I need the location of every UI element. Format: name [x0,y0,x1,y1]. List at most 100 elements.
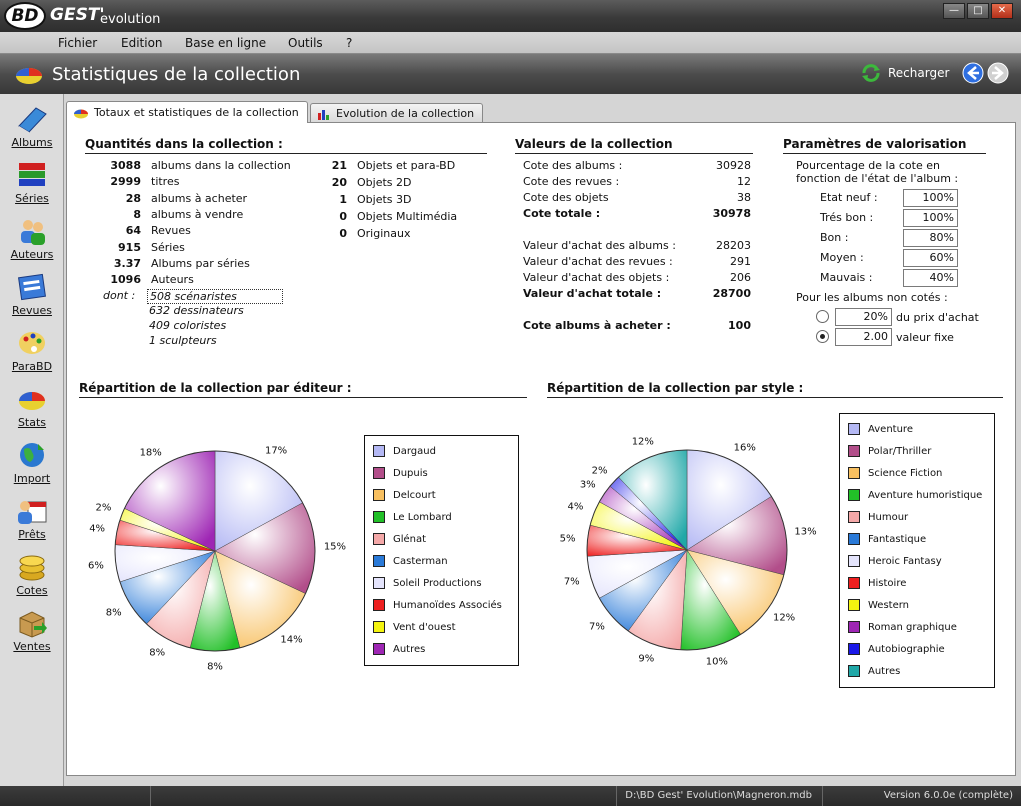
menu-fichier[interactable]: Fichier [58,36,97,50]
legend-swatch [373,621,385,633]
legend-label: Delcourt [393,489,436,501]
menu-bar: Fichier Edition Base en ligne Outils ? [0,32,1021,54]
sidebar-item-prets[interactable]: Prêts [0,496,64,552]
pie-label-1-4: 9% [638,653,655,665]
legend-label: Humanoïdes Associés [393,599,502,611]
pie-label-1-0: 16% [733,442,756,454]
legend-label: Fantastique [868,533,927,545]
legend-label: Roman graphique [868,621,957,633]
menu-edition[interactable]: Edition [121,36,163,50]
legend-label: Science Fiction [868,467,943,479]
globe-import-icon [20,443,44,467]
back-arrow-icon[interactable] [962,62,984,84]
sidebar-item-label: Séries [15,192,49,205]
legend-item: Autobiographie [848,642,945,656]
sidebar-item-series[interactable]: Séries [0,160,64,216]
tab-totaux[interactable]: Totaux et statistiques de la collection [66,101,308,123]
legend-item: Dargaud [373,444,436,458]
pie-chart-icon [74,109,88,118]
maximize-button[interactable]: □ [967,3,989,19]
legend-swatch [848,665,860,677]
legend-item: Autres [373,642,425,656]
legend-swatch [373,445,385,457]
forward-arrow-icon[interactable] [987,62,1009,84]
book-icon [18,107,47,134]
bar-chart-icon [318,109,329,120]
minimize-button[interactable]: — [943,3,965,19]
legend-editeur: Dargaud Dupuis Delcourt Le Lombard Glénat Cas… [364,435,519,666]
calendar-user-icon [18,501,47,524]
legend-swatch [848,533,860,545]
pie-chart-icon [19,392,45,410]
legend-item: Glénat [373,532,426,546]
title-bar: BD GEST' evolution — □ ✕ [0,0,1021,32]
legend-swatch [848,467,860,479]
pie-label-0-6: 6% [88,560,104,572]
legend-swatch [848,423,860,435]
menu-help[interactable]: ? [346,36,352,50]
legend-label: Aventure [868,423,913,435]
legend-label: Le Lombard [393,511,452,523]
legend-label: Heroic Fantasy [868,555,942,567]
legend-item: Aventure humoristique [848,488,982,502]
legend-item: Histoire [848,576,906,590]
pie-label-1-7: 5% [559,533,576,545]
menu-outils[interactable]: Outils [288,36,323,50]
legend-swatch [848,511,860,523]
legend-item: Delcourt [373,488,436,502]
legend-label: Dargaud [393,445,436,457]
sidebar-item-ventes[interactable]: Ventes [0,608,64,664]
db-path: D:\BD Gest' Evolution\Magneron.mdb [616,786,816,806]
legend-item: Autres [848,664,900,678]
reload-button[interactable]: Recharger [860,62,949,84]
pie-label-0-0: 17% [264,445,288,457]
sidebar-item-revues[interactable]: Revues [0,272,64,328]
sidebar-item-parabd[interactable]: ParaBD [0,328,64,384]
legend-item: Le Lombard [373,510,452,524]
palette-icon [19,332,45,354]
legend-item: Fantastique [848,532,926,546]
legend-label: Polar/Thriller [868,445,932,457]
tab-label: Evolution de la collection [336,107,475,120]
sidebar-item-label: Import [13,472,51,485]
pie-label-1-1: 13% [794,526,817,538]
legend-swatch [848,555,860,567]
legend-swatch [373,555,385,567]
tab-evolution[interactable]: Evolution de la collection [310,103,483,123]
legend-label: Soleil Productions [393,577,482,589]
sidebar-item-albums[interactable]: Albums [0,104,64,160]
logo-evolution: evolution [100,12,161,27]
logo-bd: BD [4,2,46,30]
close-button[interactable]: ✕ [991,3,1013,19]
legend-item: Polar/Thriller [848,444,931,458]
version-label: Version 6.0.0e (complète) [822,786,1021,806]
pie-label-1-6: 7% [563,576,580,588]
legend-label: Histoire [868,577,907,589]
pie-label-1-10: 2% [591,465,608,477]
sidebar-item-label: Prêts [18,528,46,541]
pie-label-0-5: 8% [105,607,122,619]
legend-swatch [848,445,860,457]
sidebar-item-cotes[interactable]: Cotes [0,552,64,608]
legend-swatch [373,643,385,655]
legend-swatch [373,599,385,611]
box-export-icon [19,611,47,638]
legend-item: Vent d'ouest [373,620,456,634]
legend-item: Science Fiction [848,466,942,480]
pie-label-0-8: 2% [95,502,112,514]
sidebar-item-import[interactable]: Import [0,440,64,496]
legend-label: Glénat [393,533,427,545]
magazine-icon [18,273,46,301]
sidebar-item-auteurs[interactable]: Auteurs [0,216,64,272]
pie-label-0-4: 8% [149,647,166,659]
sidebar-item-label: Auteurs [10,248,54,261]
pie-label-1-8: 4% [567,501,584,513]
legend-item: Aventure [848,422,913,436]
legend-item: Humanoïdes Associés [373,598,502,612]
pie-label-1-2: 12% [772,612,796,624]
pie-label-0-2: 14% [280,634,303,646]
sidebar-item-stats[interactable]: Stats [0,384,64,440]
legend-item: Casterman [373,554,448,568]
menu-base-en-ligne[interactable]: Base en ligne [185,36,266,50]
legend-swatch [373,533,385,545]
